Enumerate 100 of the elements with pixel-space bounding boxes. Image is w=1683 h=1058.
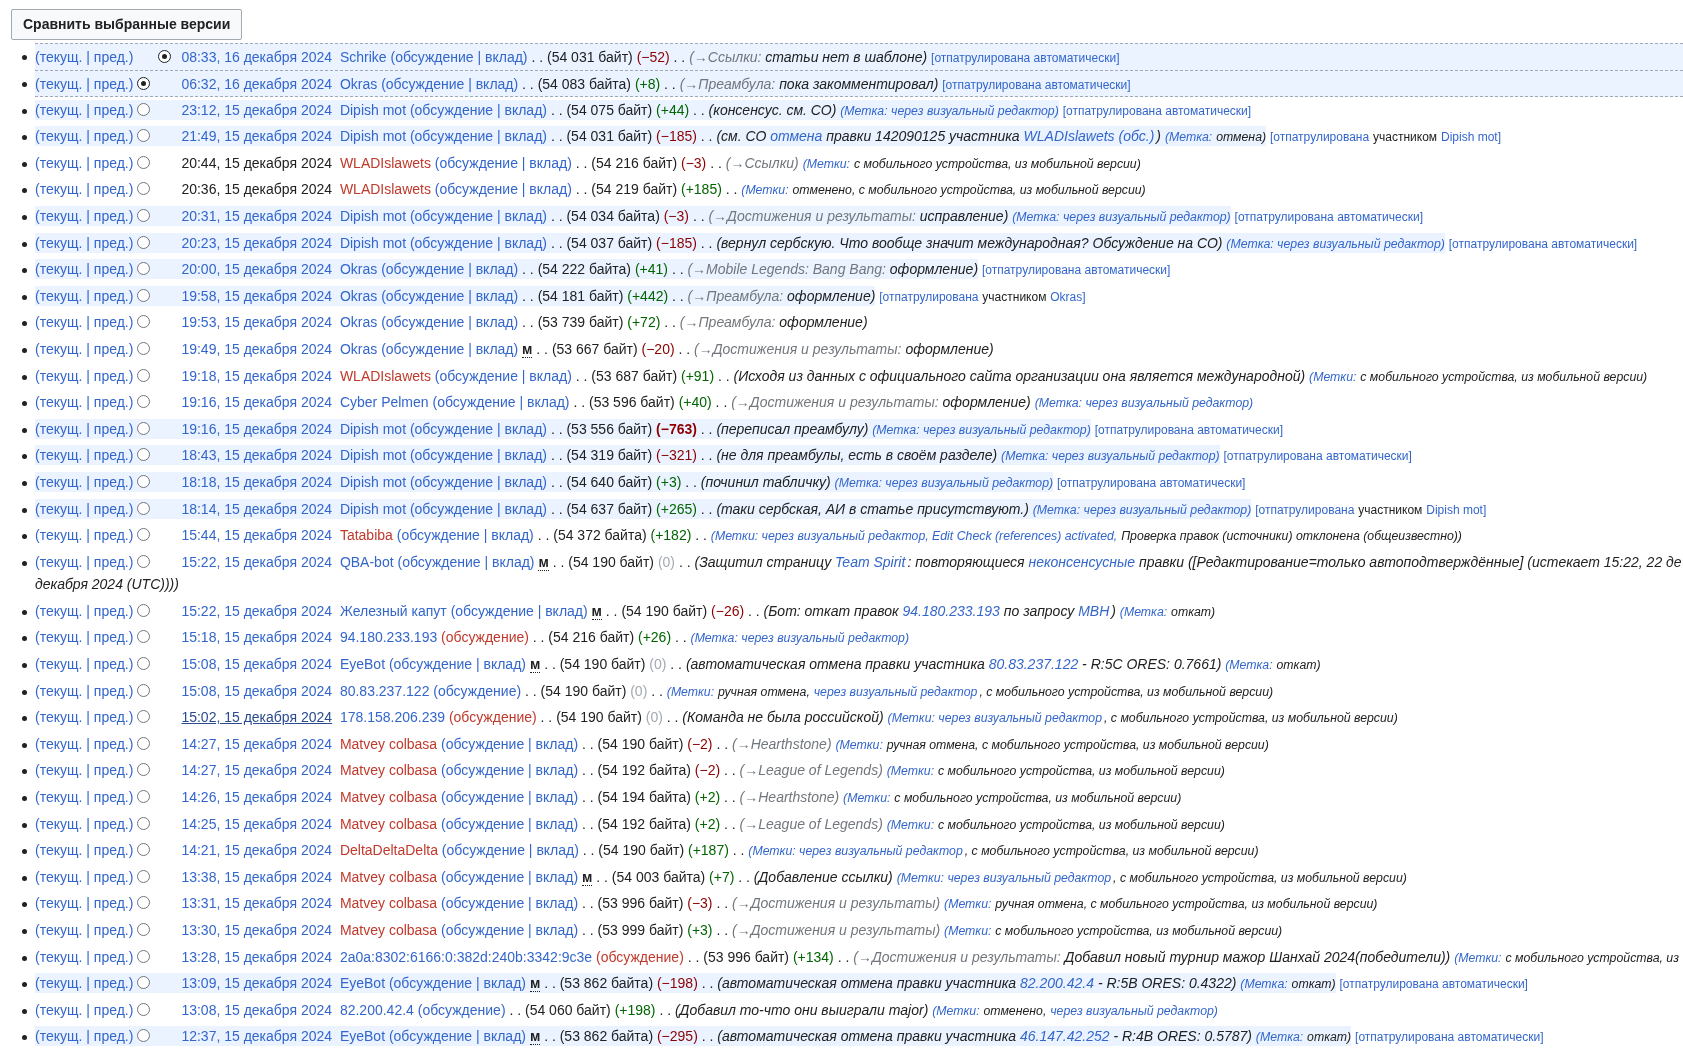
tag-link[interactable]: (Метки: <box>802 156 850 171</box>
talk-link[interactable]: (обсуждение <box>409 473 494 490</box>
current-link[interactable]: (текущ. <box>35 789 83 806</box>
user-link[interactable]: Okras <box>339 340 378 357</box>
radio-button[interactable] <box>137 208 151 222</box>
user-link[interactable]: Schrike <box>339 49 387 65</box>
radio-button[interactable] <box>137 554 151 568</box>
user-link[interactable]: Dipish mot <box>339 101 407 118</box>
radio-button[interactable] <box>137 155 151 169</box>
contributions-link[interactable]: | вклад) <box>528 922 579 938</box>
timestamp-link[interactable]: 13:38, 15 декабря 2024 <box>181 868 333 885</box>
talk-link[interactable]: (обсуждение <box>441 922 525 938</box>
radio-button[interactable] <box>137 1029 151 1043</box>
radio-button[interactable] <box>137 315 151 329</box>
section-link[interactable]: (→Достижения и результаты: <box>694 340 902 357</box>
radio-button[interactable] <box>137 869 151 883</box>
previous-link[interactable]: | пред.) <box>86 629 134 646</box>
current-link[interactable]: (текущ. <box>35 762 83 779</box>
current-link[interactable]: (текущ. <box>35 527 83 544</box>
patrol-link[interactable]: [отпатрулирована автоматически] <box>1448 236 1638 251</box>
user-link[interactable]: QBA-bot <box>339 553 394 570</box>
current-link[interactable]: (текущ. <box>35 948 83 965</box>
talk-link[interactable]: (обсуждение <box>450 602 534 619</box>
user-link[interactable]: 178.158.206.239 <box>339 709 445 726</box>
contributions-link[interactable]: | вклад) <box>468 287 519 304</box>
radio-button[interactable] <box>137 1002 151 1016</box>
radio-button[interactable] <box>137 843 151 857</box>
timestamp-link[interactable]: 19:16, 15 декабря 2024 <box>181 394 333 411</box>
current-link[interactable]: (текущ. <box>35 922 83 938</box>
talk-link[interactable]: (обсуждение <box>441 815 525 832</box>
timestamp-link[interactable]: 20:23, 15 декабря 2024 <box>181 234 333 251</box>
tag-link[interactable]: (Метка: через визуальный редактор) <box>1032 502 1252 517</box>
contributions-link[interactable]: | вклад) <box>468 314 519 331</box>
current-link[interactable]: (текущ. <box>35 314 83 331</box>
previous-link[interactable]: | пред.) <box>86 181 134 198</box>
user-link[interactable]: Dipish mot <box>339 207 407 224</box>
current-link[interactable]: (текущ. <box>35 895 83 912</box>
section-link[interactable]: (→Достижения и результаты: <box>708 207 916 224</box>
summary-link[interactable]: (обс.) <box>1118 128 1155 145</box>
user-link[interactable]: Dipish mot <box>339 420 407 437</box>
radio-button[interactable] <box>137 129 151 143</box>
current-link[interactable]: (текущ. <box>35 234 83 251</box>
user-link[interactable]: Okras <box>339 314 378 331</box>
previous-link[interactable]: | пред.) <box>86 602 134 619</box>
radio-button[interactable] <box>137 235 151 249</box>
previous-link[interactable]: | пред.) <box>86 895 134 912</box>
tag-link[interactable]: (Метка: <box>1164 130 1213 145</box>
current-link[interactable]: (текущ. <box>35 815 83 832</box>
section-link[interactable]: (→Достижения и результаты: <box>853 948 1061 965</box>
talk-link[interactable]: (обсуждение <box>409 420 494 437</box>
summary-link[interactable]: 82.200.42.4 <box>1020 975 1094 992</box>
current-link[interactable]: (текущ. <box>35 207 83 224</box>
radio-button[interactable] <box>137 182 151 196</box>
talk-link[interactable]: (обсуждение <box>396 527 480 544</box>
tag-link[interactable]: (Метки: <box>886 817 935 832</box>
patrol-link[interactable]: [отпатрулирована автоматически] <box>1094 422 1284 437</box>
timestamp-link[interactable]: 15:08, 15 декабря 2024 <box>181 656 333 673</box>
radio-button[interactable] <box>137 474 151 488</box>
contributions-link[interactable]: | вклад) <box>496 234 547 251</box>
current-link[interactable]: (текущ. <box>35 1028 83 1045</box>
timestamp-link[interactable]: 18:43, 15 декабря 2024 <box>181 447 333 464</box>
talk-link[interactable]: (обсуждение) <box>417 1001 506 1018</box>
radio-button[interactable] <box>137 683 151 697</box>
tag-link[interactable]: (Метка: через визуальный редактор) <box>872 422 1091 437</box>
contributions-link[interactable]: | вклад) <box>537 602 588 619</box>
user-link[interactable]: DeltaDeltaDelta <box>339 842 438 859</box>
timestamp-link[interactable]: 14:27, 15 декабря 2024 <box>181 762 333 779</box>
user-link[interactable]: Matvey colbasa <box>339 735 438 752</box>
user-link[interactable]: Cyber Pelmen <box>339 394 429 411</box>
radio-button[interactable] <box>137 630 151 644</box>
current-link[interactable]: (текущ. <box>35 394 83 411</box>
timestamp-link[interactable]: 14:27, 15 декабря 2024 <box>181 735 333 752</box>
timestamp-link[interactable]: 20:44, 15 декабря 2024 <box>181 154 333 171</box>
user-link[interactable]: Dipish mot <box>339 128 407 145</box>
current-link[interactable]: (текущ. <box>35 553 83 570</box>
tag-link[interactable]: (Метка: через визуальный редактор) <box>1012 209 1231 224</box>
current-link[interactable]: (текущ. <box>35 656 83 673</box>
timestamp-link[interactable]: 21:49, 15 декабря 2024 <box>181 128 333 145</box>
tag-link[interactable]: (Метка: через визуальный редактор) <box>1226 236 1445 251</box>
summary-link[interactable]: неконсенсусные <box>1028 553 1136 570</box>
radio-button[interactable] <box>137 368 151 382</box>
previous-link[interactable]: | пред.) <box>86 815 134 832</box>
tag-link[interactable]: (Метки: <box>1309 369 1357 384</box>
contributions-link[interactable]: | вклад) <box>496 207 547 224</box>
previous-link[interactable]: | пред.) <box>86 473 134 490</box>
radio-button[interactable] <box>137 736 151 750</box>
section-link[interactable]: (→League of Legends) <box>739 815 883 832</box>
patrol-link[interactable]: [отпатрулирована автоматически] <box>1339 977 1528 992</box>
section-link[interactable]: (→Ссылки: <box>689 49 762 65</box>
timestamp-link[interactable]: 15:44, 15 декабря 2024 <box>181 527 333 544</box>
patrol-link[interactable]: [отпатрулирована <box>1255 502 1355 517</box>
previous-link[interactable]: | пред.) <box>86 1028 134 1045</box>
contributions-link[interactable]: | вклад) <box>528 762 579 779</box>
talk-link[interactable]: (обсуждение <box>432 394 516 411</box>
tag-link[interactable]: (Метки: <box>932 1003 980 1018</box>
contributions-link[interactable]: | вклад) <box>496 447 547 464</box>
previous-link[interactable]: | пред.) <box>86 75 134 92</box>
previous-link[interactable]: | пред.) <box>86 394 134 411</box>
current-link[interactable]: (текущ. <box>35 287 83 304</box>
timestamp-link[interactable]: 13:09, 15 декабря 2024 <box>181 975 333 992</box>
